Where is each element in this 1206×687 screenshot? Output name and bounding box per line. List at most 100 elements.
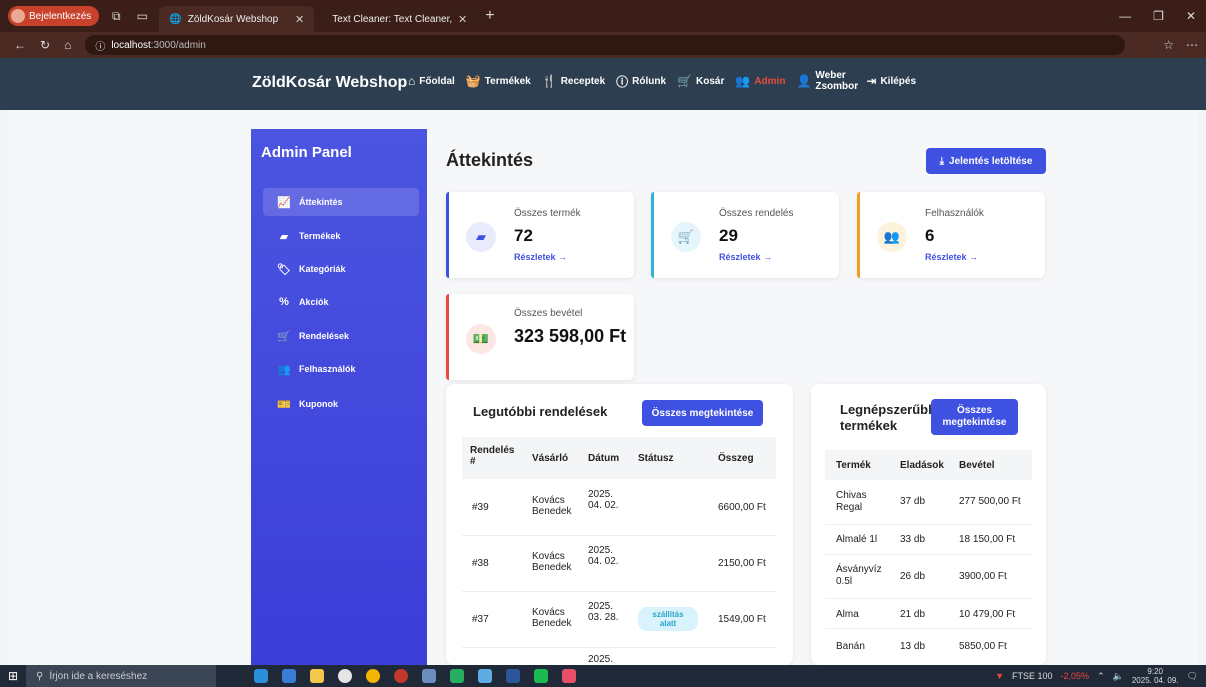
opera-gx-icon[interactable] [394,669,408,683]
sidebar-item-orders[interactable]: 🛒 Rendelések [263,322,419,350]
browser-tab-bar: Bejelentkezés ⧉ ▭ 🌐 ZöldKosár Webshop ✕ … [0,0,1206,32]
nav-about[interactable]: ⓘ Rólunk [616,73,666,90]
table-row[interactable]: #37 Kovács Benedek 2025. 03. 28. szállít… [462,592,776,648]
details-link[interactable]: Részletek → [719,252,772,262]
details-link[interactable]: Részletek → [514,252,567,262]
app-icon[interactable] [478,669,492,683]
clock[interactable]: 9:20 2025. 04. 09. [1132,667,1179,685]
windows-start-icon[interactable]: ⊞ [0,669,26,683]
nav-label: Rólunk [632,75,667,87]
sidebar-item-label: Termékek [299,231,341,241]
table-row[interactable]: Alma 21 db 10 479,00 Ft [825,599,1032,629]
stat-card-products: ▰ Összes termék 72 Részletek → [446,192,634,278]
table-row[interactable]: #39 Kovács Benedek 2025. 04. 02. 6600,00… [462,480,776,536]
edge-icon[interactable] [254,669,268,683]
tab-title: Text Cleaner: Text Cleaner, Text Fo [332,13,453,25]
taskbar-search-input[interactable]: ⚲ Írjon ide a kereséshez [26,665,216,687]
table-row[interactable]: Almalé 1l 33 db 18 150,00 Ft [825,525,1032,555]
nav-admin[interactable]: 👥 Admin [735,74,785,88]
sidebar-item-users[interactable]: 👥 Felhasználók [263,355,419,383]
app-icon[interactable] [534,669,548,683]
url-host: localhost [111,39,151,51]
pinned-apps [254,669,576,683]
product-revenue: 10 479,00 Ft [959,609,1016,620]
accent-bar [651,192,654,278]
table-row[interactable]: 2025. [462,648,776,665]
word-icon[interactable] [506,669,520,683]
profile-button[interactable]: Bejelentkezés [8,6,100,26]
panel-title: Legnépszerűbb termékek [840,402,937,433]
sidebar-item-coupons[interactable]: 🎫 Kuponok [263,390,419,418]
store-icon[interactable] [282,669,296,683]
nav-recipes[interactable]: 🍴 Receptek [542,74,605,88]
back-icon[interactable]: ← [14,38,26,52]
nav-home[interactable]: ⌂ Főoldal [408,74,455,88]
nav-user[interactable]: 👤 Weber Zsombor [796,70,858,92]
order-date: 2025. 03. 28. [588,601,619,623]
app-icon[interactable] [450,669,464,683]
workspaces-icon[interactable]: ⧉ [107,7,125,25]
url-path: :3000/admin [150,39,206,51]
sidebar-item-categories[interactable]: 🏷 Kategóriák [263,255,419,283]
download-report-button[interactable]: ⤓ Jelentés letöltése [926,148,1046,174]
table-row[interactable]: Banán 13 db 5850,00 Ft [825,629,1032,659]
nav-label: Admin [754,75,786,87]
app-icon[interactable] [422,669,436,683]
popular-products-panel: Legnépszerűbb termékek Összes megtekinté… [811,384,1046,665]
column-header: Dátum [588,453,620,464]
ticker-change: -2,05% [1060,671,1090,681]
sidebar-item-overview[interactable]: 📈 Áttekintés [263,188,419,216]
close-icon[interactable]: ✕ [458,13,467,26]
table-row[interactable]: Ásványvíz 0.5l 26 db 3900,00 Ft [825,555,1032,599]
stat-card-revenue: 💵 Összes bevétel 323 598,00 Ft [446,294,634,380]
opera-icon[interactable] [338,669,352,683]
close-icon[interactable]: ✕ [295,13,304,26]
home-icon[interactable]: ⌂ [64,38,71,52]
table-row[interactable]: #38 Kovács Benedek 2025. 04. 02. 2150,00… [462,536,776,592]
notifications-icon[interactable]: 🗨 [1187,671,1198,682]
tab-zoldkosar[interactable]: 🌐 ZöldKosár Webshop ✕ [159,6,315,32]
info-icon: ⓘ [95,41,106,53]
volume-icon[interactable]: 🔈 [1113,671,1124,682]
restore-icon[interactable]: ❐ [1153,9,1164,23]
stock-ticker-icon: ▼ [995,671,1005,681]
accent-bar [446,192,449,278]
favorite-icon[interactable]: ☆ [1163,38,1174,52]
button-label: Jelentés letöltése [949,155,1033,167]
product-sales: 13 db [900,641,926,652]
customer: Kovács Benedek [532,551,572,573]
refresh-icon[interactable]: ↻ [40,38,50,52]
address-bar-row: ← ↻ ⌂ ⓘ localhost:3000/admin ☆ ⋯ [0,32,1206,58]
nav-cart[interactable]: 🛒 Kosár [677,74,724,88]
new-tab-icon[interactable]: + [485,7,494,25]
app-icon[interactable] [562,669,576,683]
product-revenue: 5850,00 Ft [959,641,1007,652]
nav-products[interactable]: 🧺 Termékek [466,74,531,88]
os-taskbar: ⊞ ⚲ Írjon ide a kereséshez ▼ FTSE 100 -2… [0,665,1206,687]
column-header: Bevétel [959,460,995,471]
folder-icon[interactable] [310,669,324,683]
order-id: #37 [472,614,489,625]
view-all-products-button[interactable]: Összes megtekintése [931,399,1018,435]
tab-text-cleaner[interactable]: Text Cleaner: Text Cleaner, Text Fo ✕ [322,6,477,32]
info-icon: ⓘ [616,74,629,89]
table-row[interactable]: Chivas Regal 37 db 277 500,00 Ft [825,481,1032,525]
order-id: #38 [472,558,489,569]
minimize-icon[interactable]: — [1119,9,1131,23]
close-window-icon[interactable]: ✕ [1186,9,1196,23]
user-icon: 👤 [796,74,812,88]
details-link[interactable]: Részletek → [925,252,978,262]
sidebar-item-promotions[interactable]: % Akciók [263,288,419,316]
ticker-name[interactable]: FTSE 100 [1012,671,1053,681]
stat-label: Összes bevétel [514,308,583,319]
chevron-up-icon[interactable]: ⌃ [1097,671,1105,682]
chrome-icon[interactable] [366,669,380,683]
nav-logout[interactable]: ⇥ Kilépés [866,74,916,88]
brand-logo[interactable]: ZöldKosár Webshop [252,74,407,92]
url-input[interactable]: ⓘ localhost:3000/admin [85,35,1126,55]
collections-icon[interactable]: ⋯ [1186,38,1198,52]
order-date: 2025. 04. 02. [588,545,619,567]
tab-actions-icon[interactable]: ▭ [133,7,151,25]
sidebar-item-products[interactable]: ▰ Termékek [263,222,419,250]
view-all-orders-button[interactable]: Összes megtekintése [642,400,763,426]
